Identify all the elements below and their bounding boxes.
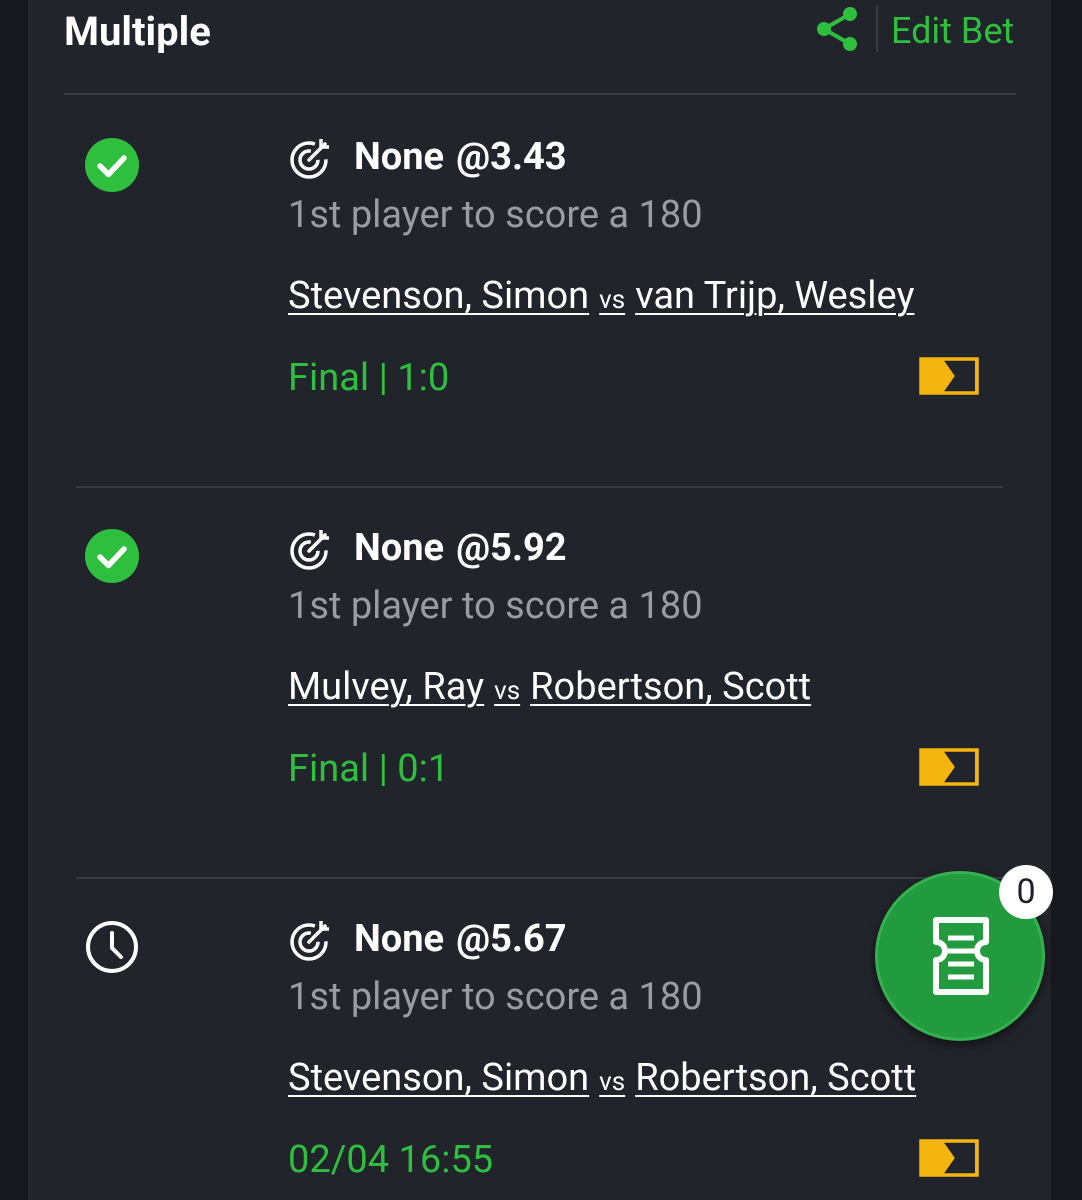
away-player[interactable]: van Trijp, Wesley [635, 274, 914, 318]
live-stream-icon[interactable] [919, 1139, 979, 1177]
home-player[interactable]: Stevenson, Simon [288, 1056, 589, 1100]
match-start-time: 02/04 16:55 [288, 1138, 494, 1182]
clock-icon [86, 921, 138, 973]
vs-label: vs [599, 1067, 626, 1097]
odds-value: 3.43 [490, 135, 567, 179]
home-player[interactable]: Mulvey, Ray [288, 665, 484, 709]
market-name: 1st player to score a 180 [288, 584, 703, 628]
away-player[interactable]: Robertson, Scott [530, 665, 811, 709]
dartboard-icon [290, 530, 329, 570]
selection-item: None @5.92 1st player to score a 180 Mulv… [0, 391, 1082, 791]
selection-odds: None @3.43 [354, 134, 567, 180]
dartboard-icon [290, 139, 329, 179]
match-link[interactable]: Stevenson, Simon vs van Trijp, Wesley [288, 273, 914, 323]
selection-odds: None @5.92 [354, 525, 567, 571]
check-circle-icon [85, 529, 139, 583]
at-sign: @ [456, 917, 491, 961]
match-link[interactable]: Mulvey, Ray vs Robertson, Scott [288, 664, 811, 714]
away-player[interactable]: Robertson, Scott [635, 1056, 916, 1100]
market-name: 1st player to score a 180 [288, 193, 703, 237]
pick-label: None [354, 135, 445, 179]
betslip-count-badge: 0 [999, 865, 1053, 919]
live-stream-icon[interactable] [919, 357, 979, 395]
match-link[interactable]: Stevenson, Simon vs Robertson, Scott [288, 1055, 916, 1105]
pick-label: None [354, 917, 445, 961]
check-circle-icon [85, 138, 139, 192]
market-name: 1st player to score a 180 [288, 975, 703, 1019]
betslip-ticket-icon [933, 917, 989, 995]
vs-label: vs [494, 676, 521, 706]
live-stream-icon[interactable] [919, 748, 979, 786]
odds-value: 5.92 [490, 526, 567, 570]
pick-label: None [354, 526, 445, 570]
home-player[interactable]: Stevenson, Simon [288, 274, 589, 318]
dartboard-icon [290, 921, 329, 961]
at-sign: @ [456, 135, 491, 179]
at-sign: @ [456, 526, 491, 570]
vs-label: vs [599, 285, 626, 315]
selection-item: None @3.43 1st player to score a 180 Stev… [0, 0, 1082, 400]
selection-odds: None @5.67 [354, 916, 567, 962]
odds-value: 5.67 [490, 917, 567, 961]
